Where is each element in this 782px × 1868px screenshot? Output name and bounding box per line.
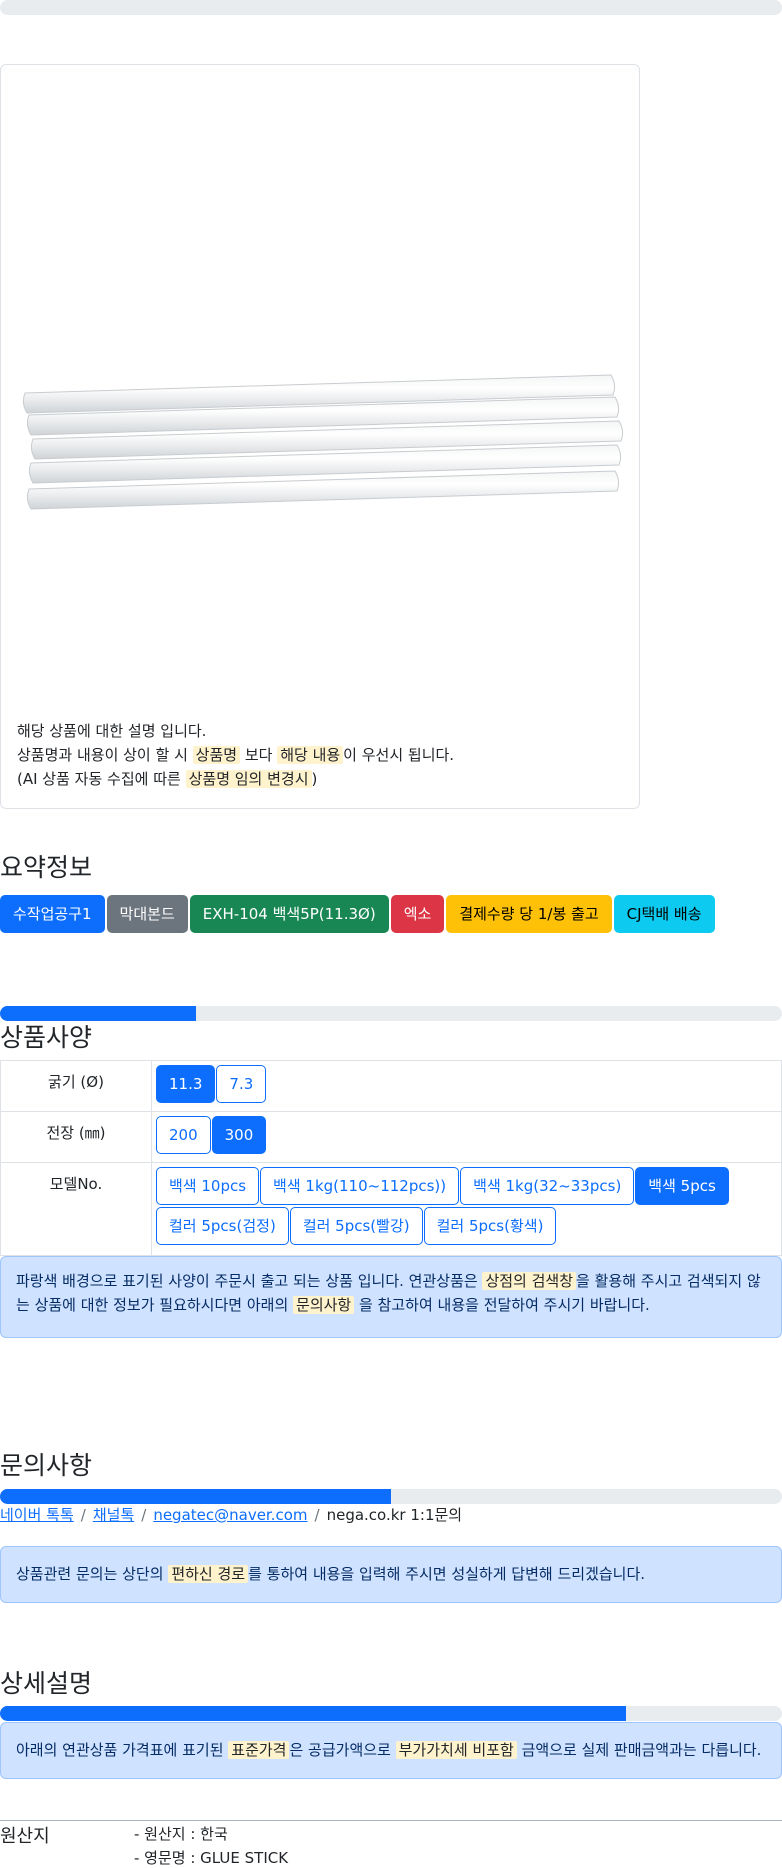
- product-description-notice: 해당 상품에 대한 설명 입니다. 상품명과 내용이 상이 할 시 상품명 보다…: [17, 719, 454, 791]
- inquiry-links: 네이버 톡톡 / 채널톡 / negatec@naver.com / nega.co.kr …: [0, 1506, 463, 1524]
- option-model-color-yellow[interactable]: 컬러 5pcs(황색): [423, 1207, 557, 1245]
- inquiry-notice: 상품관련 문의는 상단의 편하신 경로 를 통하여 내용을 입력해 주시면 성실하…: [0, 1546, 782, 1603]
- spec-row-model: 모델No. 백색 10pcs 백색 1kg(110~112pcs)) 백색 1k…: [0, 1162, 782, 1256]
- origin-title: 원산지: [0, 1826, 50, 1847]
- spec-progress-bar: [0, 1006, 782, 1021]
- summary-badges: 수작업공구1 막대본드 EXH-104 백색5P(11.3Ø) 엑소 결제수량 …: [0, 895, 715, 933]
- spec-label-thickness: 굵기 (Ø): [0, 1060, 152, 1112]
- option-length-200[interactable]: 200: [156, 1116, 211, 1154]
- spec-notice: 파랑색 배경으로 표기된 사양이 주문시 출고 되는 상품 입니다. 연관상품은…: [0, 1256, 782, 1338]
- inquiry-title: 문의사항: [0, 1451, 93, 1480]
- top-progress-bar: [0, 0, 782, 15]
- option-model-white-1kg-110[interactable]: 백색 1kg(110~112pcs)): [260, 1167, 460, 1205]
- notice-line-3: (AI 상품 자동 수집에 따른 상품명 임의 변경시): [17, 770, 318, 788]
- badge-delivery: CJ택배 배송: [613, 895, 715, 933]
- option-model-white-5pcs[interactable]: 백색 5pcs: [635, 1167, 729, 1205]
- option-model-white-1kg-32[interactable]: 백색 1kg(32~33pcs): [460, 1167, 635, 1205]
- badge-product-type: 막대본드: [106, 895, 188, 933]
- origin-country: - 원산지 : 한국: [134, 1825, 228, 1843]
- detail-progress-bar: [0, 1706, 782, 1721]
- origin-english-name: - 영문명 : GLUE STICK: [134, 1849, 289, 1867]
- summary-title: 요약정보: [0, 853, 93, 882]
- origin-list: - 원산지 : 한국 - 영문명 : GLUE STICK: [134, 1822, 288, 1868]
- option-length-300[interactable]: 300: [211, 1116, 267, 1154]
- notice-line-2: 상품명과 내용이 상이 할 시 상품명 보다 해당 내용 이 우선시 됩니다.: [17, 746, 455, 764]
- link-channel-talk[interactable]: 채널톡: [93, 1506, 134, 1524]
- spec-title: 상품사양: [0, 1023, 93, 1052]
- detail-title: 상세설명: [0, 1669, 93, 1698]
- spec-table: 굵기 (Ø) 11.3 7.3 전장 (㎜) 200 300 모델No. 백색 …: [0, 1060, 782, 1256]
- badge-category: 수작업공구1: [0, 895, 105, 933]
- spec-row-thickness: 굵기 (Ø) 11.3 7.3: [0, 1060, 782, 1112]
- inquiry-progress-bar: [0, 1489, 782, 1504]
- link-email[interactable]: negatec@naver.com: [153, 1506, 307, 1524]
- product-image-card: 해당 상품에 대한 설명 입니다. 상품명과 내용이 상이 할 시 상품명 보다…: [0, 64, 640, 809]
- origin-divider: [0, 1820, 782, 1821]
- option-thickness-7-3[interactable]: 7.3: [216, 1065, 267, 1103]
- badge-shipping-unit: 결제수량 당 1/봉 출고: [446, 895, 612, 933]
- badge-brand: 엑소: [390, 895, 445, 933]
- detail-notice: 아래의 연관상품 가격표에 표기된 표준가격 은 공급가액으로 부가가치세 비포함…: [0, 1722, 782, 1779]
- product-photo-glue-sticks: [22, 374, 624, 510]
- link-naver-talktalk[interactable]: 네이버 톡톡: [0, 1506, 74, 1524]
- option-model-color-red[interactable]: 컬러 5pcs(빨강): [289, 1207, 423, 1245]
- notice-line-1: 해당 상품에 대한 설명 입니다.: [17, 722, 207, 740]
- spec-label-length: 전장 (㎜): [0, 1111, 152, 1163]
- option-model-color-black[interactable]: 컬러 5pcs(검정): [156, 1207, 289, 1245]
- option-model-white-10pcs[interactable]: 백색 10pcs: [156, 1167, 260, 1205]
- detail-progress-fill: [0, 1706, 626, 1721]
- inquiry-site-text: nega.co.kr 1:1문의: [326, 1506, 463, 1524]
- spec-row-length: 전장 (㎜) 200 300: [0, 1111, 782, 1163]
- spec-label-model: 모델No.: [0, 1162, 152, 1256]
- option-thickness-11-3[interactable]: 11.3: [156, 1065, 216, 1103]
- badge-model: EXH-104 백색5P(11.3Ø): [189, 895, 389, 933]
- inquiry-progress-fill: [0, 1489, 391, 1504]
